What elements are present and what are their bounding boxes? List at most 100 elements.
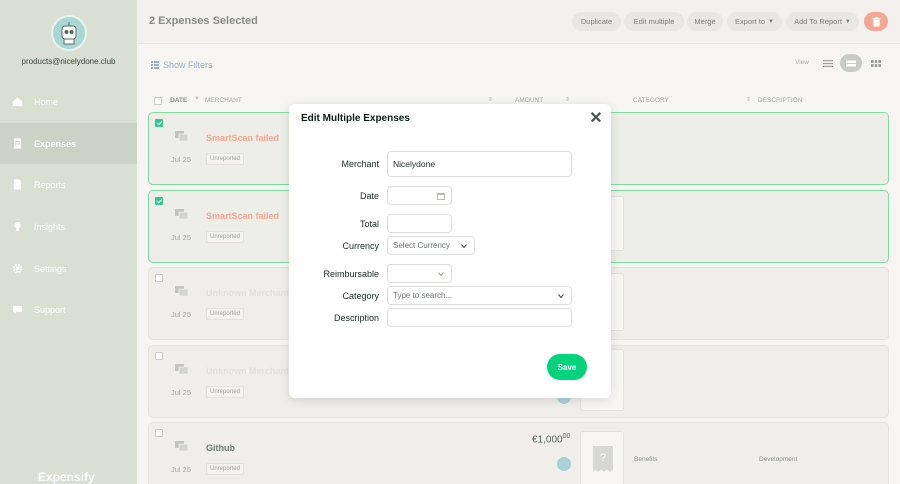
- sidebar-item-label: Settings: [34, 263, 67, 274]
- date-label: Date: [359, 191, 379, 201]
- total-input[interactable]: [387, 214, 452, 233]
- currency-placeholder: Select Currency: [393, 241, 450, 250]
- total-label: Total: [359, 219, 379, 229]
- chat-icon: [12, 305, 23, 315]
- sidebar-item-label: Home: [34, 96, 59, 107]
- dialog-title: Edit Multiple Expenses: [301, 113, 410, 124]
- chevron-down-icon: [438, 271, 444, 276]
- merchant-label: Merchant: [341, 159, 379, 169]
- row-date: Jul 25: [171, 233, 192, 242]
- close-icon[interactable]: ✕: [589, 111, 603, 127]
- row-amount: €1,00000: [532, 433, 570, 445]
- currency-label: Currency: [342, 241, 379, 251]
- delete-button[interactable]: [864, 12, 888, 31]
- receipts-icon: [175, 209, 189, 220]
- sidebar-item-expenses[interactable]: Expenses: [0, 123, 137, 164]
- row-merchant: Unknown Merchant: [206, 288, 290, 298]
- user-email: products@nicelydone.club: [21, 57, 116, 66]
- edit-multiple-button[interactable]: Edit multiple: [624, 12, 684, 31]
- sort-icon[interactable]: ▼: [194, 96, 200, 102]
- sort-icon[interactable]: ⇕: [488, 96, 493, 103]
- filter-icon: [151, 61, 159, 69]
- category-label: Category: [342, 291, 379, 301]
- table-row[interactable]: Jul 25 Github Unreported €1,00000 ? Bene…: [148, 422, 889, 484]
- sidebar-item-home[interactable]: Home: [0, 81, 137, 122]
- row-date: Jul 25: [171, 465, 192, 474]
- reimbursable-select[interactable]: [387, 264, 452, 283]
- brand-logo: Expensify: [38, 470, 95, 484]
- document-icon: [13, 179, 22, 190]
- row-date: Jul 25: [171, 388, 192, 397]
- status-badge: Unreported: [206, 231, 245, 243]
- sidebar-item-settings[interactable]: Settings: [0, 248, 137, 289]
- row-checkbox[interactable]: [155, 119, 163, 127]
- category-placeholder: Type to search...: [393, 291, 453, 300]
- description-input[interactable]: [387, 308, 572, 327]
- sidebar: products@nicelydone.club Home Expenses R…: [0, 0, 137, 484]
- calendar-icon[interactable]: [437, 192, 445, 200]
- column-description[interactable]: DESCRIPTION: [758, 97, 802, 104]
- column-amount[interactable]: AMOUNT: [515, 97, 543, 104]
- row-checkbox[interactable]: [155, 197, 163, 205]
- add-to-report-button[interactable]: Add To Report ▼: [786, 12, 859, 31]
- sort-icon[interactable]: ⇕: [565, 96, 570, 103]
- avatar[interactable]: [51, 15, 87, 51]
- view-list-button[interactable]: [817, 54, 839, 72]
- view-row-button[interactable]: [840, 54, 862, 72]
- description-label: Description: [333, 313, 379, 323]
- lightbulb-icon: [14, 221, 21, 232]
- show-filters-label: Show Filters: [163, 60, 213, 70]
- export-to-label: Export to: [735, 17, 766, 26]
- receipts-icon: [175, 131, 189, 142]
- merchant-value: Nicelydone: [393, 159, 436, 169]
- sidebar-item-label: Expenses: [34, 138, 77, 149]
- row-checkbox[interactable]: [155, 274, 163, 282]
- receipts-icon: [175, 441, 189, 452]
- column-date[interactable]: DATE: [170, 97, 187, 104]
- column-merchant[interactable]: MERCHANT: [205, 97, 242, 104]
- view-label: View: [795, 59, 809, 66]
- reimbursable-label: Reimbursable: [323, 269, 379, 279]
- row-checkbox[interactable]: [155, 352, 163, 360]
- sidebar-item-label: Reports: [34, 179, 66, 190]
- export-to-button[interactable]: Export to ▼: [727, 12, 782, 31]
- trash-icon: [872, 16, 880, 26]
- merchant-input[interactable]: Nicelydone: [387, 151, 572, 177]
- sort-icon[interactable]: ⇕: [746, 96, 751, 103]
- receipts-icon: [175, 364, 189, 375]
- amount-cents: 00: [562, 433, 571, 440]
- chevron-down-icon: [461, 243, 467, 248]
- row-checkbox[interactable]: [155, 429, 163, 437]
- row-merchant: Github: [206, 443, 235, 453]
- date-input[interactable]: [387, 186, 452, 205]
- column-category[interactable]: CATEGORY: [633, 97, 669, 104]
- gear-icon: [12, 263, 23, 274]
- row-merchant: SmartScan failed: [206, 133, 280, 143]
- sidebar-item-insights[interactable]: Insights: [0, 206, 137, 247]
- show-filters-button[interactable]: Show Filters: [151, 60, 213, 70]
- list-view-icon: [823, 59, 833, 67]
- avatar-robot-icon: [61, 22, 77, 45]
- select-all-checkbox[interactable]: [154, 97, 162, 105]
- save-button[interactable]: Save: [547, 354, 587, 380]
- chevron-down-icon: [558, 293, 564, 298]
- header: 2 Expenses Selected Duplicate Edit multi…: [137, 0, 900, 44]
- sidebar-item-support[interactable]: Support: [0, 289, 137, 330]
- page-title: 2 Expenses Selected: [149, 15, 258, 27]
- category-input[interactable]: Type to search...: [387, 286, 572, 305]
- row-merchant: SmartScan failed: [206, 211, 280, 221]
- view-grid-button[interactable]: [865, 54, 887, 72]
- sidebar-item-label: Support: [34, 304, 66, 315]
- currency-select[interactable]: Select Currency: [387, 236, 475, 255]
- add-to-report-label: Add To Report: [794, 17, 842, 26]
- row-merchant: Unknown Merchant: [206, 366, 290, 376]
- edit-multiple-label: Edit multiple: [633, 17, 675, 26]
- sidebar-item-label: Insights: [34, 221, 66, 232]
- edit-multiple-dialog: Edit Multiple Expenses ✕ Merchant Nicely…: [289, 104, 611, 398]
- receipt-thumbnail[interactable]: ?: [580, 431, 624, 484]
- sidebar-item-reports[interactable]: Reports: [0, 164, 137, 205]
- merge-button[interactable]: Merge: [687, 12, 723, 31]
- receipt-icon: [13, 138, 22, 149]
- grid-view-icon: [871, 59, 881, 67]
- duplicate-button[interactable]: Duplicate: [572, 12, 621, 31]
